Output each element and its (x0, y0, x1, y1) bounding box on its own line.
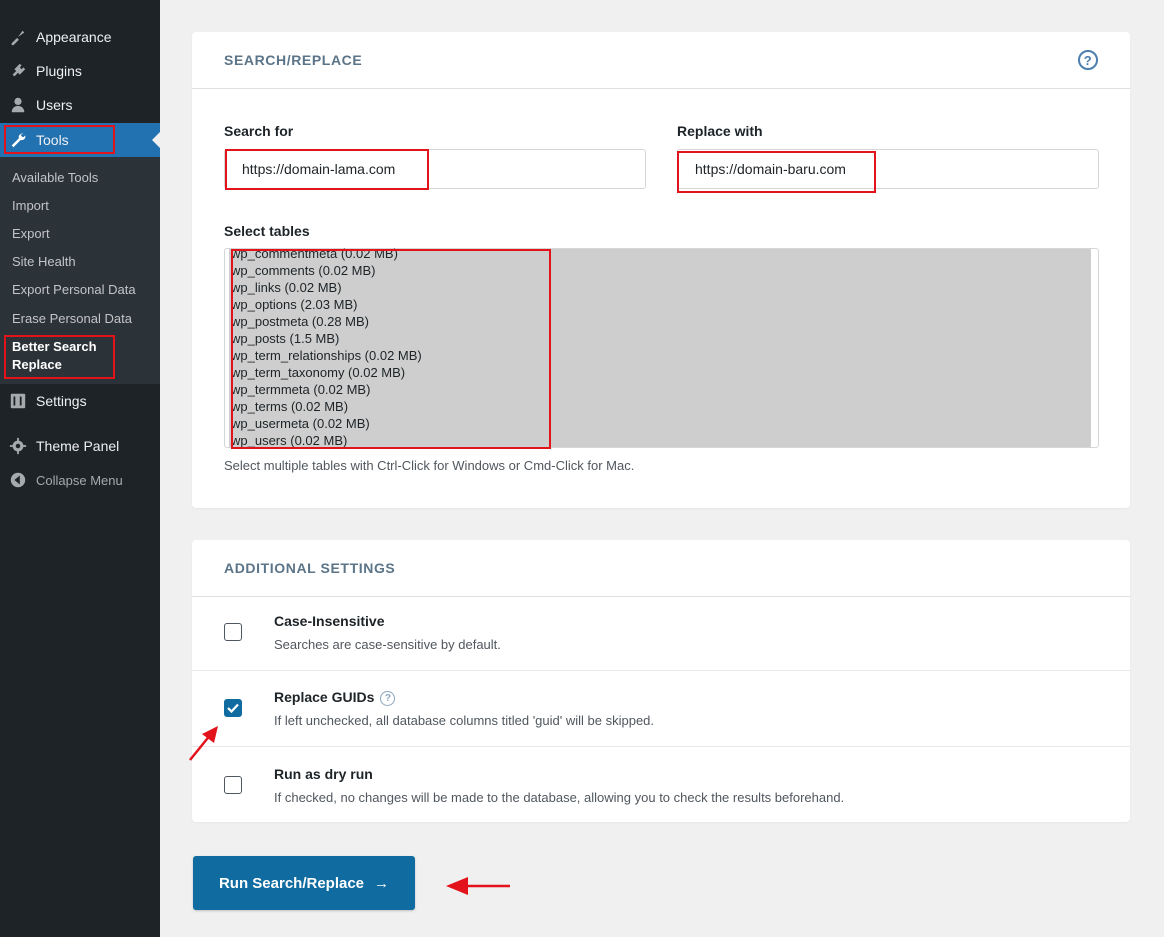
table-option[interactable]: wp_termmeta (0.02 MB) (231, 382, 370, 397)
submenu-site-health[interactable]: Site Health (12, 254, 76, 269)
collapse-arrow-icon (8, 470, 28, 490)
menu-settings[interactable]: Settings (0, 384, 160, 418)
replace-guids-help-icon[interactable]: ? (380, 691, 396, 706)
table-option[interactable]: wp_users (0.02 MB) (231, 433, 347, 448)
search-replace-heading: SEARCH/REPLACE ? (192, 32, 1130, 89)
dry-run-checkbox[interactable] (224, 776, 242, 794)
tools-submenu: Available Tools Import Export Site Healt… (0, 157, 160, 384)
search-for-input[interactable]: https://domain-lama.com (224, 149, 646, 189)
plug-icon (8, 61, 28, 81)
table-option[interactable]: wp_terms (0.02 MB) (231, 399, 348, 414)
setting-dry-run: Run as dry run If checked, no changes wi… (192, 746, 1130, 822)
submenu-erase-personal-data[interactable]: Erase Personal Data (12, 311, 132, 326)
help-icon[interactable]: ? (1078, 50, 1098, 70)
case-insensitive-title: Case-Insensitive (274, 613, 385, 629)
sliders-icon (8, 391, 28, 411)
menu-settings-label: Settings (36, 393, 87, 409)
additional-settings-title: ADDITIONAL SETTINGS (224, 560, 396, 576)
checkmark-icon (227, 703, 239, 713)
red-arrow-guid-icon (189, 726, 218, 761)
submenu-available-tools[interactable]: Available Tools (12, 170, 98, 185)
table-option[interactable]: wp_postmeta (0.28 MB) (231, 314, 369, 329)
menu-plugins-label: Plugins (36, 63, 82, 79)
replace-guids-title: Replace GUIDs (274, 689, 375, 705)
table-option[interactable]: wp_term_taxonomy (0.02 MB) (231, 365, 405, 380)
admin-sidebar: Appearance Plugins Users Tools Available… (0, 0, 160, 937)
menu-users[interactable]: Users (0, 88, 160, 122)
search-for-value: https://domain-lama.com (242, 161, 396, 177)
replace-guids-desc: If left unchecked, all database columns … (274, 713, 655, 728)
menu-appearance-label: Appearance (36, 29, 112, 45)
run-button-label: Run Search/Replace (218, 874, 365, 892)
dry-run-desc: If checked, no changes will be made to t… (274, 790, 845, 805)
replace-guids-title-wrap: Replace GUIDs? (274, 689, 396, 706)
user-icon (8, 95, 28, 115)
tables-hint: Select multiple tables with Ctrl-Click f… (224, 458, 635, 473)
table-option[interactable]: wp_options (2.03 MB) (231, 297, 357, 312)
collapse-menu-label: Collapse Menu (36, 472, 123, 488)
select-tables-label: Select tables (224, 223, 310, 239)
table-option[interactable]: wp_links (0.02 MB) (231, 280, 342, 295)
table-option[interactable]: wp_commentmeta (0.02 MB) (231, 246, 398, 261)
replace-guids-checkbox[interactable] (224, 699, 242, 717)
additional-settings-panel: ADDITIONAL SETTINGS Case-Insensitive Sea… (192, 540, 1130, 822)
submenu-export[interactable]: Export (12, 226, 50, 241)
case-insensitive-desc: Searches are case-sensitive by default. (274, 637, 501, 652)
submenu-better-search-replace[interactable]: Better Search Replace (12, 338, 122, 374)
table-option[interactable]: wp_usermeta (0.02 MB) (231, 416, 370, 431)
menu-users-label: Users (36, 97, 73, 113)
replace-with-value: https://domain-baru.com (695, 161, 846, 177)
red-arrow-run-icon (446, 877, 510, 895)
submenu-export-personal-data[interactable]: Export Personal Data (12, 282, 136, 297)
menu-tools-label: Tools (36, 132, 69, 148)
run-search-replace-button[interactable]: Run Search/Replace → (193, 856, 415, 910)
menu-tools[interactable]: Tools (0, 123, 160, 157)
setting-case-insensitive: Case-Insensitive Searches are case-sensi… (192, 597, 1130, 670)
replace-with-label: Replace with (677, 123, 763, 139)
search-replace-title: SEARCH/REPLACE (224, 52, 363, 68)
replace-with-input[interactable]: https://domain-baru.com (677, 149, 1099, 189)
table-option[interactable]: wp_comments (0.02 MB) (231, 263, 376, 278)
gear-icon (8, 436, 28, 456)
search-for-label: Search for (224, 123, 294, 139)
menu-appearance[interactable]: Appearance (0, 20, 160, 54)
wrench-icon (8, 130, 28, 150)
additional-settings-heading: ADDITIONAL SETTINGS (192, 540, 1130, 597)
dry-run-title: Run as dry run (274, 766, 373, 782)
menu-theme-panel[interactable]: Theme Panel (0, 429, 160, 463)
setting-replace-guids: Replace GUIDs? If left unchecked, all da… (192, 670, 1130, 746)
search-replace-panel: SEARCH/REPLACE ? Search for https://doma… (192, 32, 1130, 508)
menu-plugins[interactable]: Plugins (0, 54, 160, 88)
table-option[interactable]: wp_term_relationships (0.02 MB) (231, 348, 422, 363)
case-insensitive-checkbox[interactable] (224, 623, 242, 641)
table-option[interactable]: wp_posts (1.5 MB) (231, 331, 339, 346)
paintbrush-icon (8, 27, 28, 47)
collapse-menu-button[interactable]: Collapse Menu (0, 463, 160, 497)
submenu-import[interactable]: Import (12, 198, 49, 213)
arrow-right-icon: → (374, 874, 390, 892)
menu-theme-panel-label: Theme Panel (36, 438, 120, 454)
